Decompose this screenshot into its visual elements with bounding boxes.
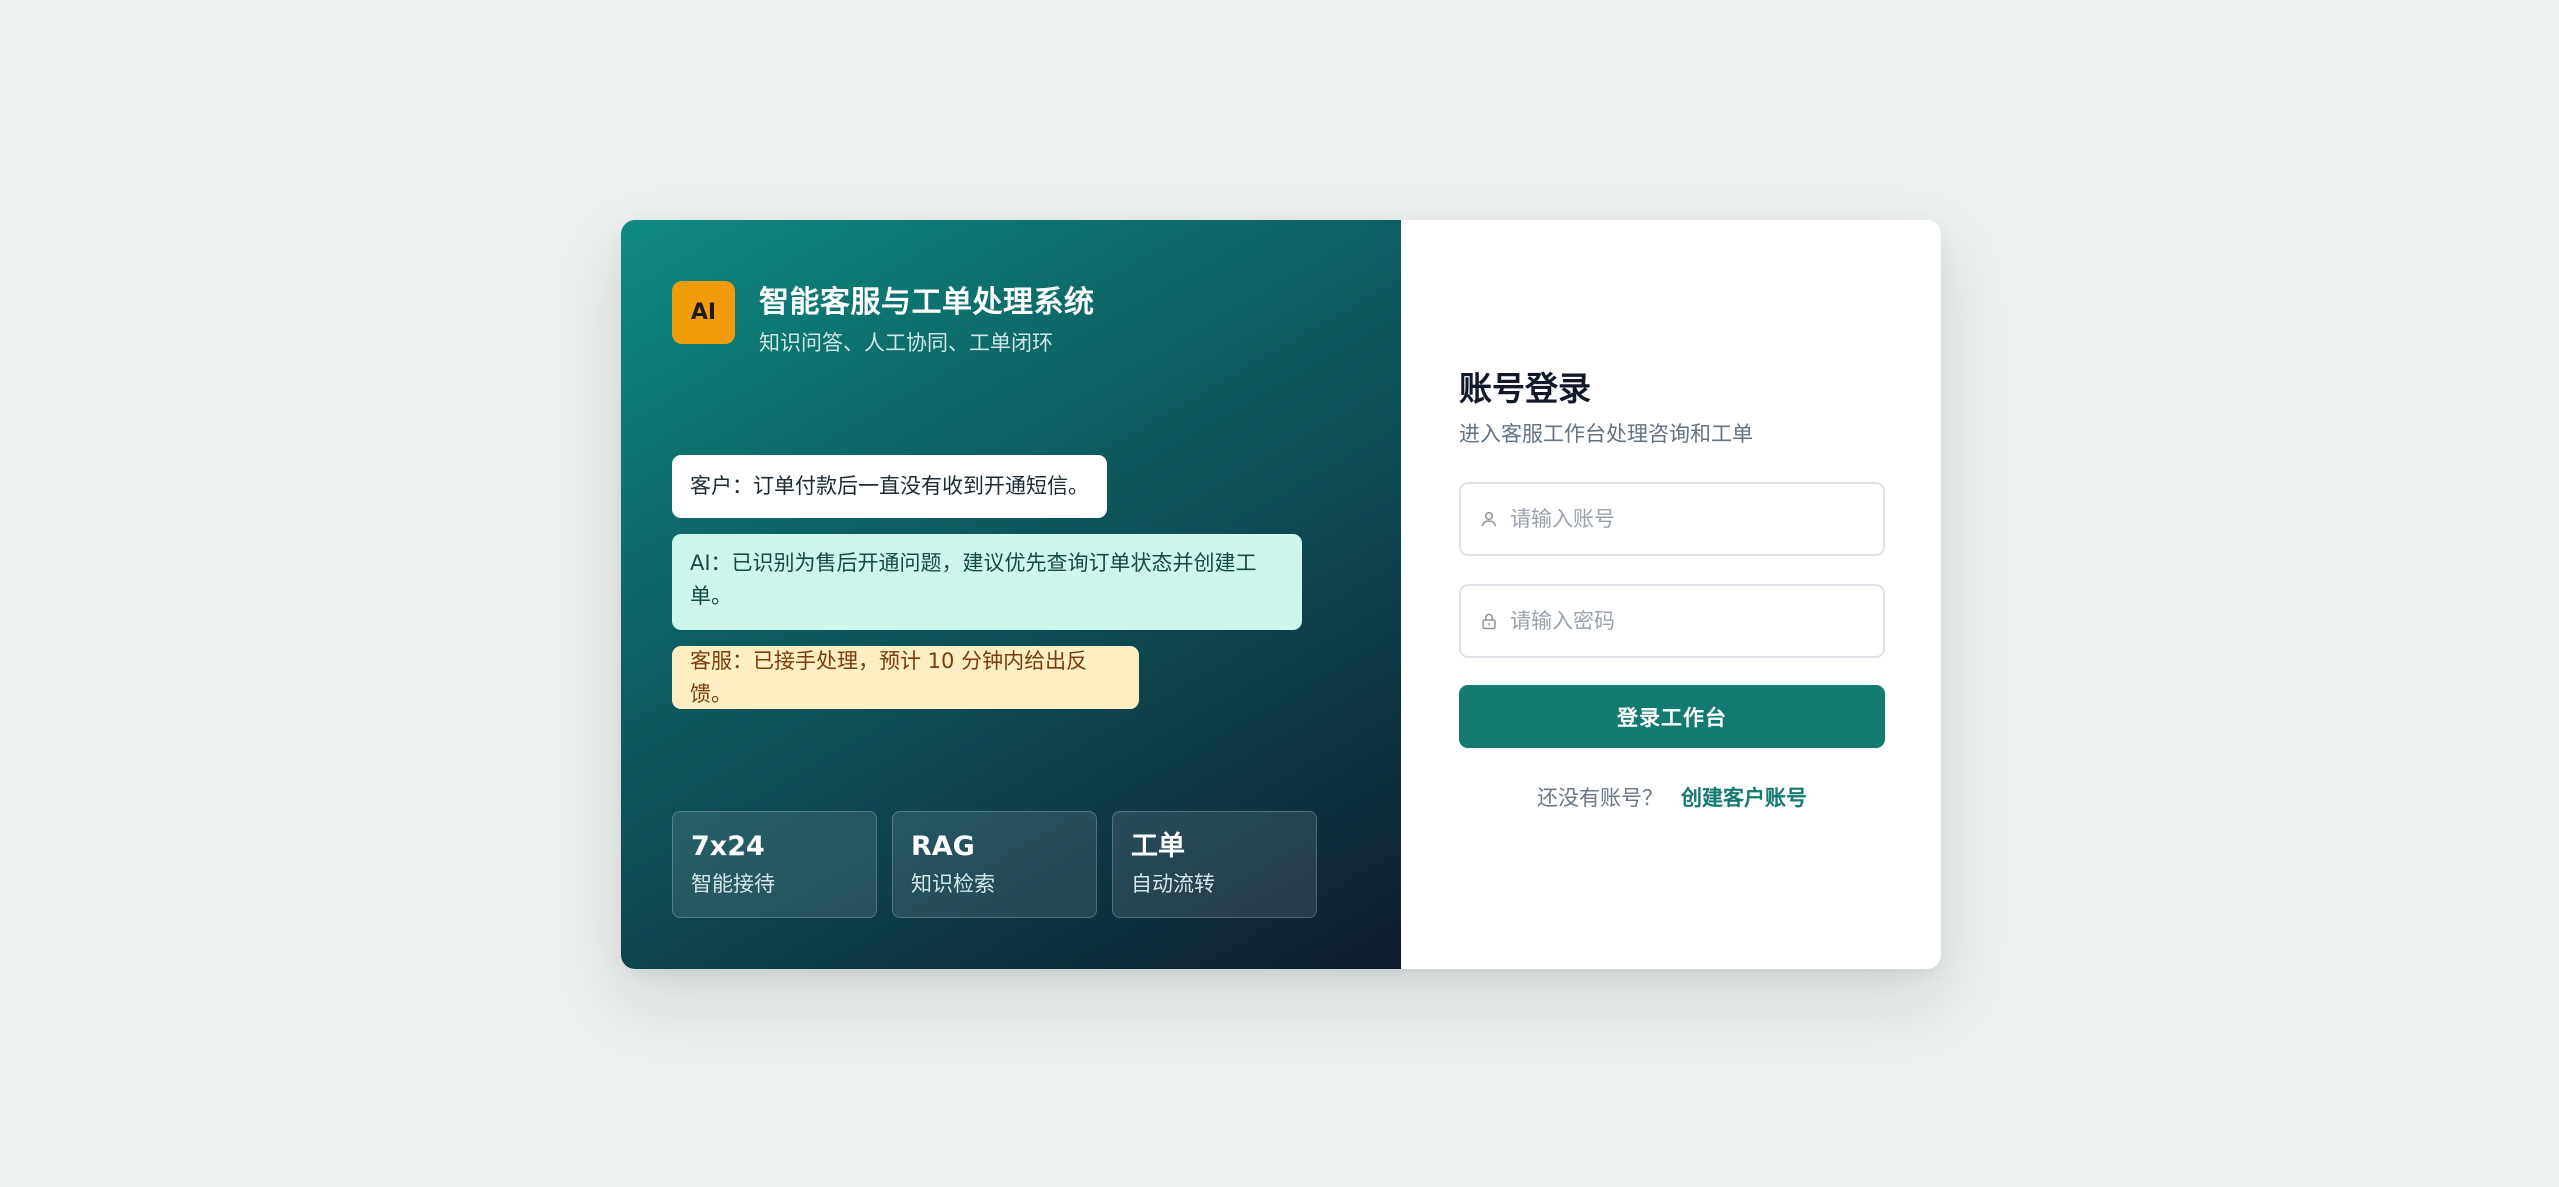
brand-header: AI 智能客服与工单处理系统 知识问答、人工协同、工单闭环 <box>672 281 1095 357</box>
signup-prompt: 还没有账号？ <box>1537 786 1663 810</box>
feature-card-247: 7x24 智能接待 <box>672 811 877 918</box>
user-icon <box>1480 510 1498 528</box>
hero-panel: AI 智能客服与工单处理系统 知识问答、人工协同、工单闭环 客户：订单付款后一直… <box>621 220 1401 969</box>
login-panel: 账号登录 进入客服工作台处理咨询和工单 请输入账号 登录工作台 还没有账号？ 创… <box>1401 220 1941 969</box>
chat-bubble-ai: AI：已识别为售后开通问题，建议优先查询订单状态并创建工单。 <box>672 534 1302 630</box>
feature-title: 工单 <box>1131 831 1185 862</box>
signup-row: 还没有账号？ 创建客户账号 <box>1459 784 1885 812</box>
create-account-link[interactable]: 创建客户账号 <box>1681 786 1807 810</box>
account-input[interactable] <box>1510 484 1883 554</box>
account-field[interactable] <box>1459 482 1885 556</box>
password-input[interactable] <box>1510 586 1883 656</box>
feature-list: 7x24 智能接待 RAG 知识检索 工单 自动流转 <box>672 811 1317 918</box>
chat-bubble-customer: 客户：订单付款后一直没有收到开通短信。 <box>672 455 1107 518</box>
login-button[interactable]: 登录工作台 <box>1459 685 1885 748</box>
feature-title: RAG <box>911 831 975 862</box>
feature-card-ticket: 工单 自动流转 <box>1112 811 1317 918</box>
feature-subtitle: 智能接待 <box>691 872 775 896</box>
feature-subtitle: 知识检索 <box>911 872 995 896</box>
feature-subtitle: 自动流转 <box>1131 872 1215 896</box>
app-title: 智能客服与工单处理系统 <box>759 285 1095 320</box>
login-card: AI 智能客服与工单处理系统 知识问答、人工协同、工单闭环 客户：订单付款后一直… <box>621 220 1941 969</box>
login-subtitle: 进入客服工作台处理咨询和工单 <box>1459 422 1753 446</box>
chat-bubble-agent: 客服：已接手处理，预计 10 分钟内给出反馈。 <box>672 646 1139 709</box>
app-subtitle: 知识问答、人工协同、工单闭环 <box>759 331 1053 355</box>
lock-icon <box>1480 612 1498 630</box>
feature-title: 7x24 <box>691 831 765 862</box>
feature-card-rag: RAG 知识检索 <box>892 811 1097 918</box>
login-form: 账号登录 进入客服工作台处理咨询和工单 请输入账号 登录工作台 还没有账号？ 创… <box>1459 367 1885 812</box>
brand-text: 智能客服与工单处理系统 知识问答、人工协同、工单闭环 <box>759 281 1095 357</box>
login-title: 账号登录 <box>1459 369 1591 408</box>
app-logo: AI <box>672 281 735 344</box>
password-field[interactable] <box>1459 584 1885 658</box>
